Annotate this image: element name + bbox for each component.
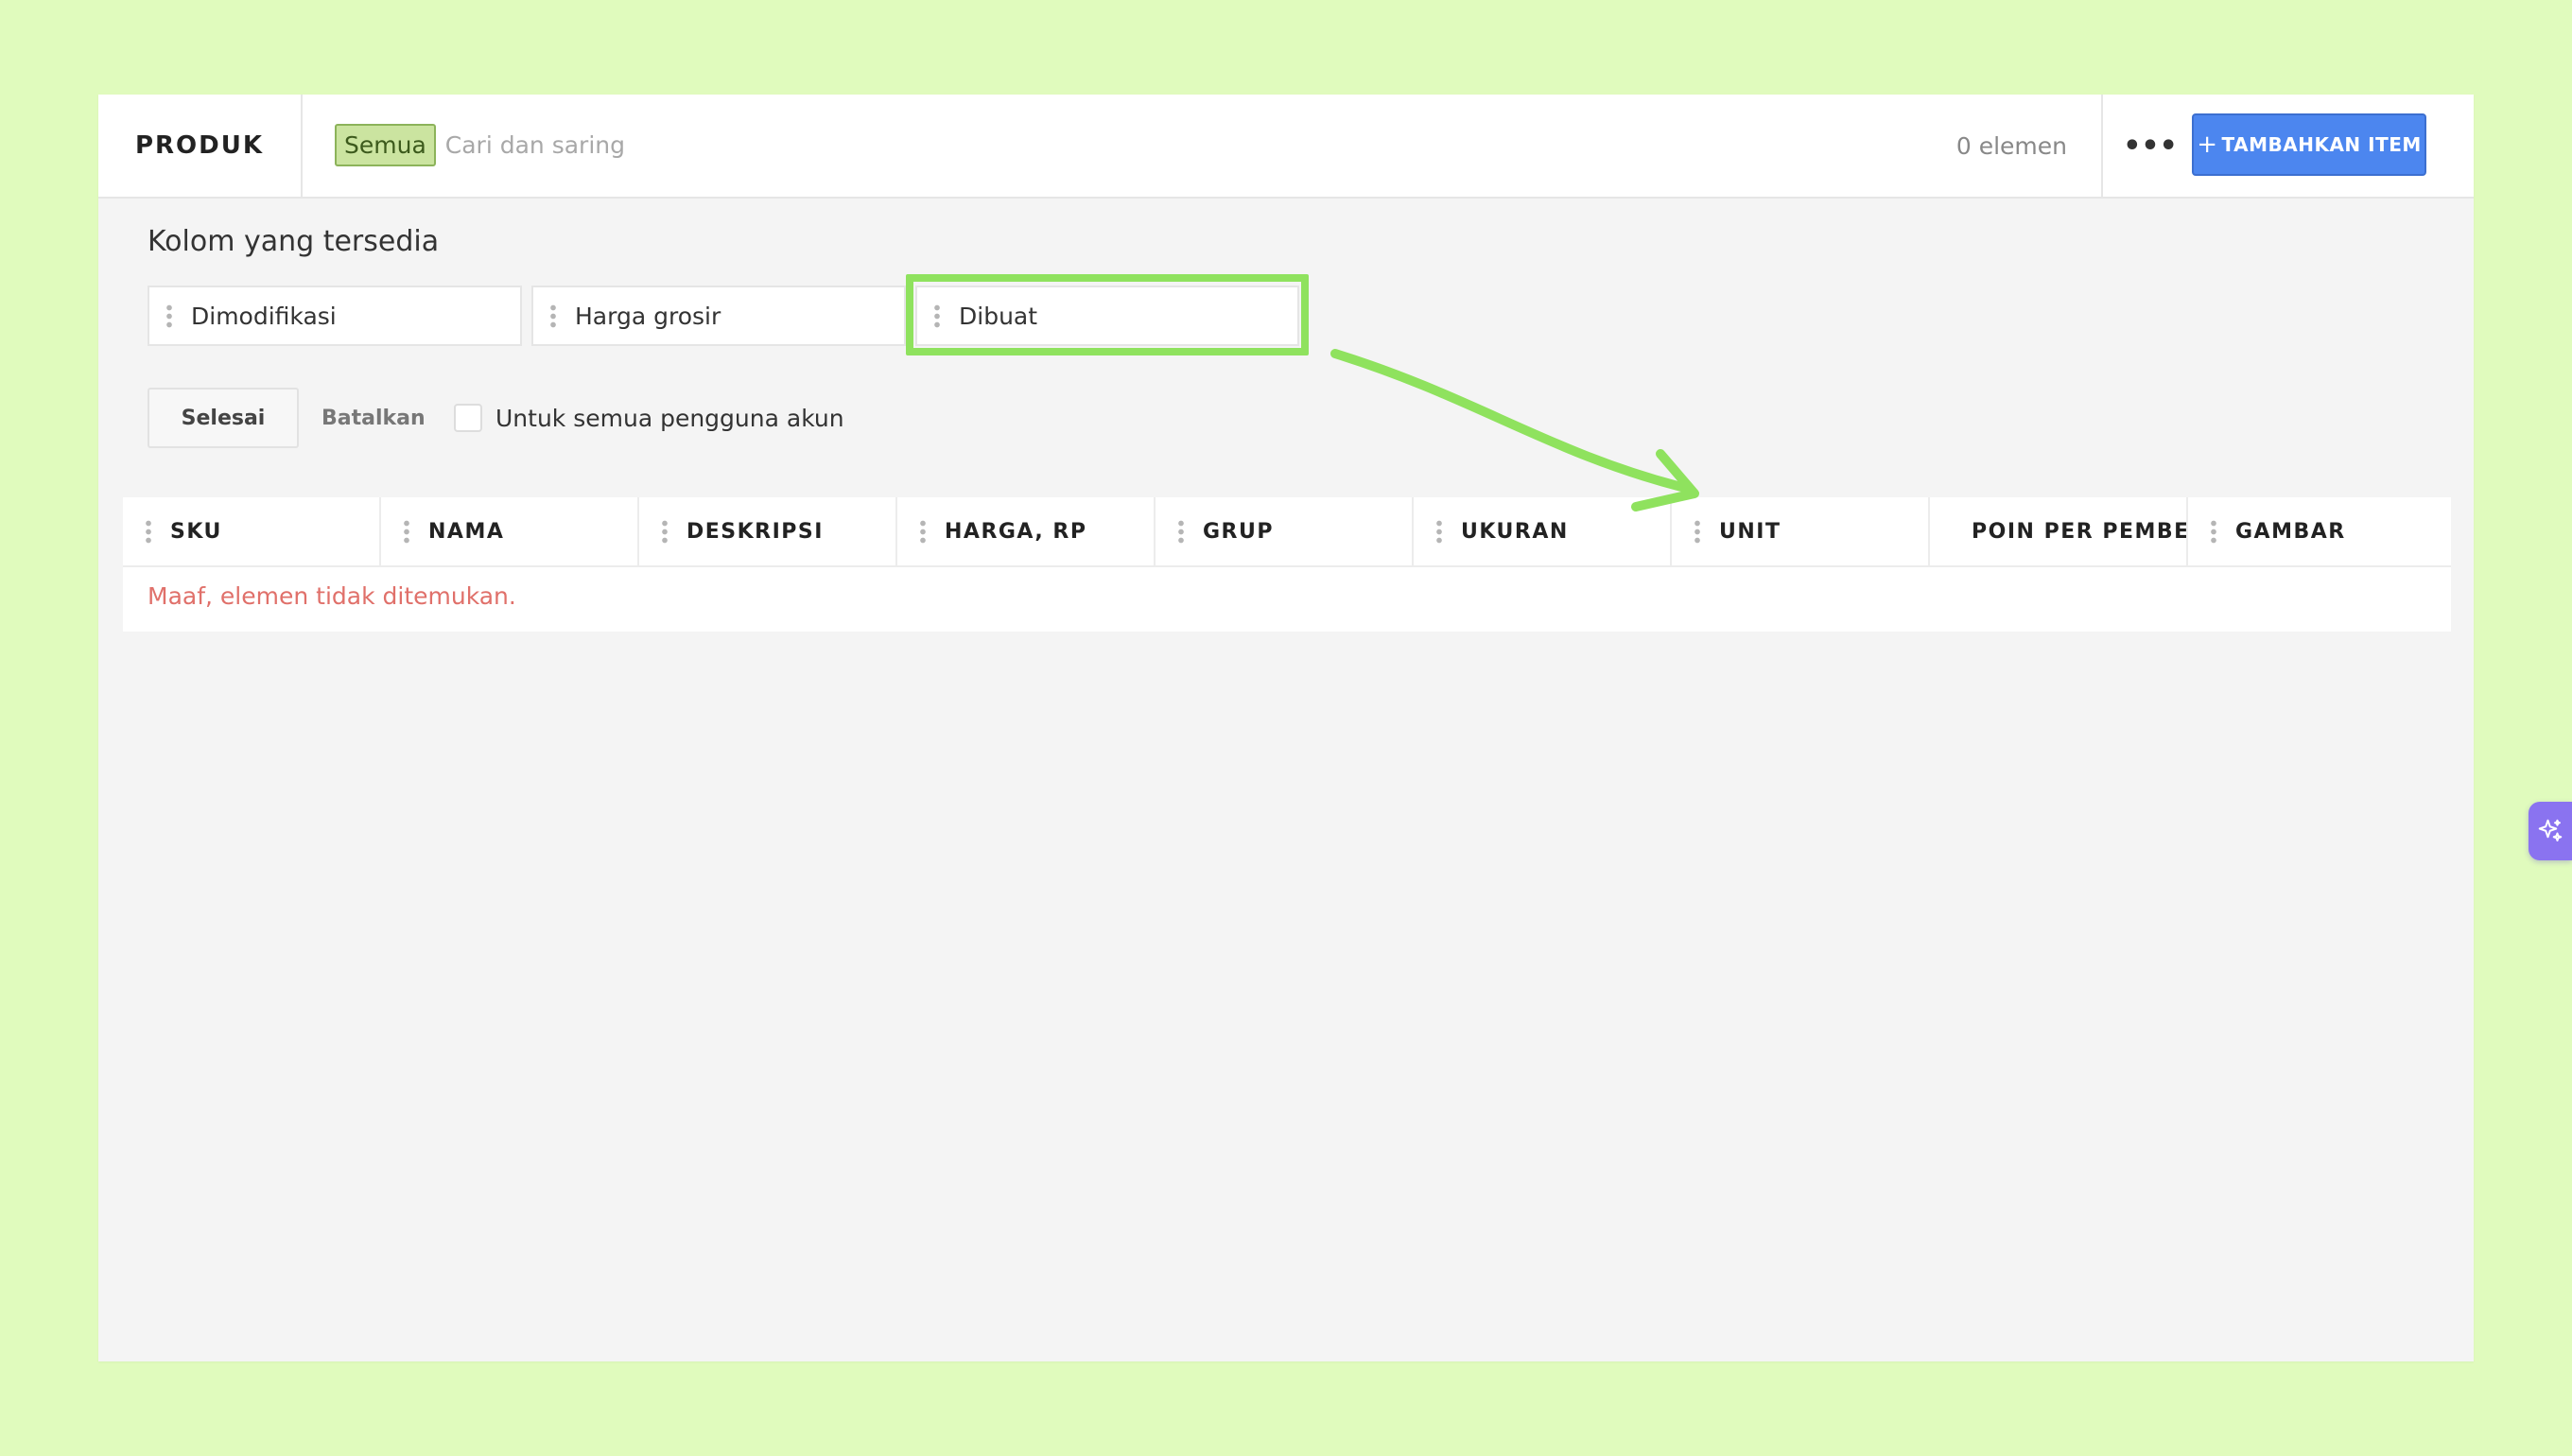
- plus-icon: +: [2197, 130, 2218, 159]
- drag-handle-icon[interactable]: [2211, 519, 2216, 544]
- column-header-name[interactable]: NAMA: [381, 497, 639, 565]
- column-header-label: HARGA, RP: [945, 519, 1087, 544]
- column-chip-modified[interactable]: Dimodifikasi: [148, 286, 522, 346]
- add-item-label: TAMBAHKAN ITEM: [2221, 133, 2422, 156]
- item-count: 0 elemen: [1955, 131, 2067, 160]
- column-chip-label: Harga grosir: [575, 302, 721, 330]
- header-bar: PRODUK Semua 0 elemen ••• + TAMBAHKAN IT…: [98, 95, 2474, 199]
- filter-chip-all[interactable]: Semua: [335, 123, 436, 166]
- more-icon[interactable]: •••: [2122, 117, 2179, 174]
- cancel-button[interactable]: Batalkan: [322, 388, 426, 448]
- available-columns-title: Kolom yang tersedia: [148, 225, 440, 258]
- drag-handle-icon[interactable]: [166, 303, 172, 328]
- app-window: PRODUK Semua 0 elemen ••• + TAMBAHKAN IT…: [98, 95, 2572, 1361]
- column-header-label: UNIT: [1719, 519, 1781, 544]
- column-header-description[interactable]: DESKRIPSI: [639, 497, 897, 565]
- column-chip-label: Dimodifikasi: [191, 302, 337, 330]
- header-actions: ••• + TAMBAHKAN ITEM: [2101, 95, 2474, 197]
- drag-handle-icon[interactable]: [1178, 519, 1184, 544]
- done-button[interactable]: Selesai: [148, 388, 299, 448]
- empty-state-message: Maaf, elemen tidak ditemukan.: [148, 582, 516, 610]
- column-chip-wholesale-price[interactable]: Harga grosir: [531, 286, 906, 346]
- products-table: SKU NAMA DESKRIPSI HARGA, RP GRUP UKURAN…: [123, 497, 2451, 632]
- column-header-label: GAMBAR: [2235, 519, 2346, 544]
- add-item-button[interactable]: + TAMBAHKAN ITEM: [2192, 113, 2426, 176]
- drag-handle-icon[interactable]: [920, 519, 926, 544]
- column-header-price[interactable]: HARGA, RP: [897, 497, 1156, 565]
- column-header-label: SKU: [170, 519, 222, 544]
- table-header: SKU NAMA DESKRIPSI HARGA, RP GRUP UKURAN…: [123, 497, 2451, 567]
- column-header-label: UKURAN: [1461, 519, 1569, 544]
- highlight-box: [906, 274, 1309, 355]
- column-header-label: NAMA: [428, 519, 505, 544]
- ai-assistant-button[interactable]: [2529, 802, 2572, 860]
- column-header-size[interactable]: UKURAN: [1414, 497, 1672, 565]
- column-header-sku[interactable]: SKU: [123, 497, 381, 565]
- column-header-unit[interactable]: UNIT: [1672, 497, 1930, 565]
- sparkles-icon: [2538, 819, 2563, 841]
- column-header-label: DESKRIPSI: [686, 519, 824, 544]
- drag-handle-icon[interactable]: [404, 519, 409, 544]
- all-users-checkbox[interactable]: [454, 404, 482, 432]
- all-users-option[interactable]: Untuk semua pengguna akun: [454, 397, 844, 439]
- all-users-label: Untuk semua pengguna akun: [495, 404, 844, 432]
- column-header-points[interactable]: POIN PER PEMBELIAN: [1930, 497, 2188, 565]
- search-input[interactable]: [444, 130, 918, 159]
- drag-handle-icon[interactable]: [1436, 519, 1442, 544]
- drag-handle-icon[interactable]: [550, 303, 556, 328]
- column-header-image[interactable]: GAMBAR: [2188, 497, 2451, 565]
- column-header-label: POIN PER PEMBELIAN: [1972, 519, 2186, 544]
- drag-handle-icon[interactable]: [662, 519, 668, 544]
- drag-handle-icon[interactable]: [1694, 519, 1700, 544]
- drag-handle-icon[interactable]: [146, 519, 151, 544]
- column-header-group[interactable]: GRUP: [1156, 497, 1414, 565]
- page-title: PRODUK: [98, 95, 303, 197]
- column-header-label: GRUP: [1203, 519, 1274, 544]
- search-bar: Semua: [335, 121, 918, 168]
